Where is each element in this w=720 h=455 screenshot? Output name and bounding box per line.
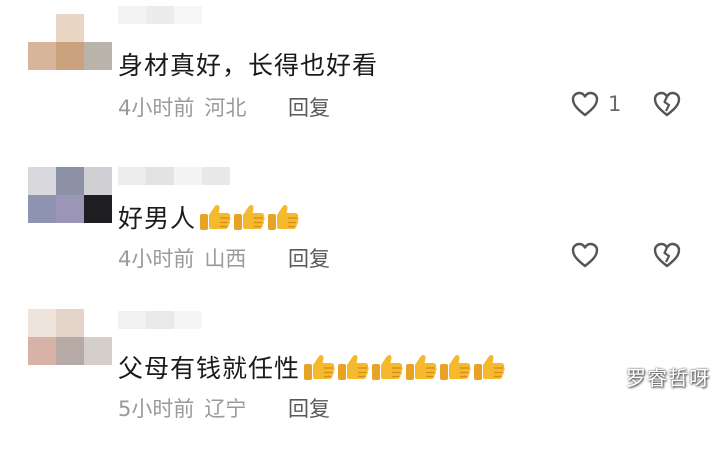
comment-text: 身材真好，长得也好看 [118, 46, 378, 82]
comment-time: 4小时前 [118, 96, 195, 120]
watermark: 罗睿哲呀 [626, 366, 710, 390]
username[interactable] [118, 167, 230, 185]
thumbs-up-emoji [266, 202, 300, 232]
broken-heart-icon [653, 91, 681, 117]
thumbs-up-emoji [370, 352, 404, 382]
thumbs-up-emoji-group [302, 352, 506, 382]
like-count: 1 [608, 92, 622, 116]
reply-button[interactable]: 回复 [288, 243, 330, 273]
comment-text-content: 好男人 [118, 204, 197, 233]
comment-item: 身材真好，长得也好看 4小时前 河北 回复 1 [0, 0, 720, 150]
avatar[interactable] [28, 309, 112, 365]
comment-meta: 5小时前 辽宁 [118, 393, 246, 423]
avatar[interactable] [28, 167, 112, 223]
comment-item: 父母有钱就任性 5小时前 辽宁 回复 [0, 305, 720, 455]
dislike-button[interactable] [652, 241, 682, 273]
thumbs-up-emoji [438, 352, 472, 382]
avatar[interactable] [28, 14, 112, 70]
username[interactable] [118, 6, 202, 24]
thumbs-up-emoji-group [198, 202, 300, 232]
username[interactable] [118, 311, 202, 329]
comment-time: 4小时前 [118, 247, 195, 271]
comment-meta: 4小时前 河北 [118, 92, 246, 122]
dislike-button[interactable] [652, 90, 682, 122]
thumbs-up-emoji [198, 202, 232, 232]
comment-text: 父母有钱就任性 [118, 349, 506, 385]
comment-text-content: 父母有钱就任性 [118, 354, 301, 383]
thumbs-up-emoji [404, 352, 438, 382]
comment-text: 好男人 [118, 199, 300, 235]
comment-text-content: 身材真好，长得也好看 [118, 51, 379, 80]
reply-button[interactable]: 回复 [288, 92, 330, 122]
comment-item: 好男人 4小时前 山西 回复 [0, 155, 720, 305]
comment-location: 辽宁 [204, 397, 247, 421]
like-button[interactable]: 1 [570, 90, 621, 118]
thumbs-up-emoji [472, 352, 506, 382]
comment-location: 河北 [204, 96, 247, 120]
comment-meta: 4小时前 山西 [118, 243, 246, 273]
thumbs-up-emoji [232, 202, 266, 232]
comment-time: 5小时前 [118, 397, 195, 421]
thumbs-up-emoji [336, 352, 370, 382]
heart-outline-icon [571, 91, 599, 117]
reply-button[interactable]: 回复 [288, 393, 330, 423]
heart-outline-icon [571, 242, 599, 268]
broken-heart-icon [653, 242, 681, 268]
like-button[interactable] [570, 241, 608, 269]
thumbs-up-emoji [302, 352, 336, 382]
comment-location: 山西 [204, 247, 247, 271]
